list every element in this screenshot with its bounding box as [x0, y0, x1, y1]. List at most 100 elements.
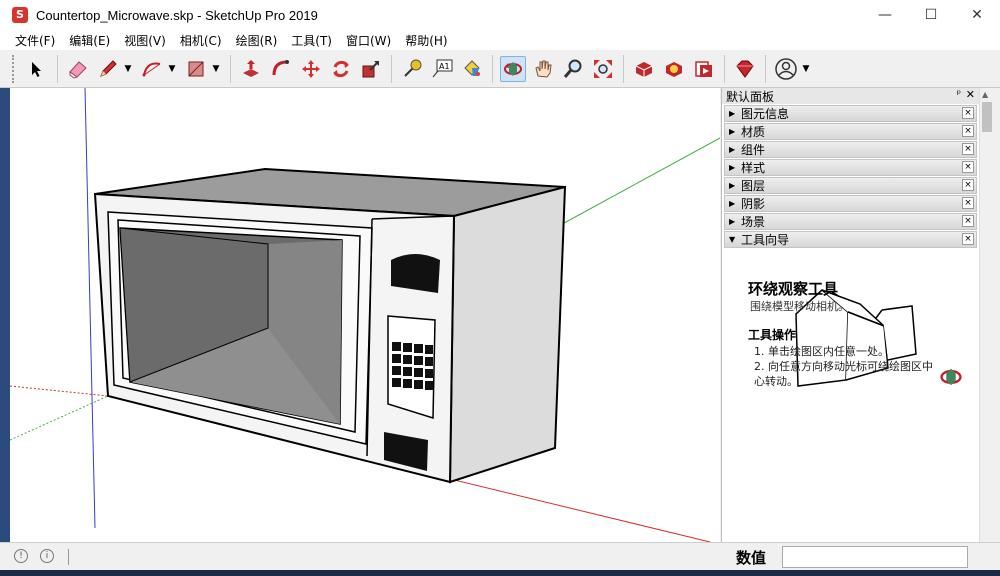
- text-tool-icon[interactable]: A1: [429, 56, 455, 82]
- panel-close-icon[interactable]: ×: [962, 179, 974, 191]
- keypad-key: [414, 368, 423, 377]
- panel-layers[interactable]: ▶ 图层 ×: [724, 177, 977, 194]
- account-dropdown-arrow[interactable]: ▼: [801, 56, 811, 82]
- panel-close-icon[interactable]: ×: [962, 143, 974, 155]
- microwave-side-face: [448, 185, 567, 484]
- panel-materials[interactable]: ▶ 材质 ×: [724, 123, 977, 140]
- keypad-key: [403, 343, 412, 352]
- eraser-tool-icon[interactable]: [65, 56, 91, 82]
- status-divider: [68, 549, 69, 565]
- tray-close-icon[interactable]: ✕: [966, 88, 975, 101]
- menu-draw[interactable]: 绘图(R): [229, 32, 285, 49]
- rectangle-dropdown-arrow[interactable]: ▼: [211, 56, 221, 82]
- expand-arrow-icon: ▶: [729, 127, 736, 136]
- instructor-subtitle: 围绕模型移动相机。: [750, 300, 849, 313]
- toolbar-separator: [623, 54, 624, 83]
- close-button[interactable]: ✕: [954, 0, 1000, 30]
- pin-icon[interactable]: ᵖ: [957, 89, 961, 100]
- desktop-strip: [0, 88, 10, 542]
- zoom-extents-tool-icon[interactable]: [590, 56, 616, 82]
- panel-close-icon[interactable]: ×: [962, 215, 974, 227]
- tray-title: 默认面板: [726, 89, 775, 104]
- status-bar: ! i 数值: [0, 542, 1000, 570]
- collapse-arrow-icon: ▼: [729, 235, 736, 244]
- panel-label: 场景: [741, 215, 766, 229]
- panel-styles[interactable]: ▶ 样式 ×: [724, 159, 977, 176]
- panel-components[interactable]: ▶ 组件 ×: [724, 141, 977, 158]
- toolbar-separator: [724, 54, 725, 83]
- instructor-ops-title: 工具操作: [748, 328, 797, 342]
- arc-dropdown-arrow[interactable]: ▼: [167, 56, 177, 82]
- panel-scenes[interactable]: ▶ 场景 ×: [724, 213, 977, 230]
- scroll-up-icon[interactable]: ▲: [982, 90, 988, 99]
- paint-bucket-tool-icon[interactable]: [459, 56, 485, 82]
- maximize-button[interactable]: ☐: [908, 0, 954, 30]
- title-bar: S Countertop_Microwave.skp - SketchUp Pr…: [0, 0, 1000, 30]
- ruby-tool-icon[interactable]: [732, 56, 758, 82]
- extension-warehouse-tool-icon[interactable]: [661, 56, 687, 82]
- panel-close-icon[interactable]: ×: [962, 233, 974, 245]
- 3d-warehouse-tool-icon[interactable]: [631, 56, 657, 82]
- select-tool-icon[interactable]: [24, 56, 50, 82]
- layout-tool-icon[interactable]: [691, 56, 717, 82]
- menu-camera[interactable]: 相机(C): [173, 32, 229, 49]
- panel-label: 图层: [741, 179, 766, 193]
- panel-label: 工具向导: [741, 233, 790, 247]
- geo-location-icon[interactable]: !: [14, 549, 28, 563]
- menu-view[interactable]: 视图(V): [117, 32, 173, 49]
- pushpull-tool-icon[interactable]: [238, 56, 264, 82]
- menu-help[interactable]: 帮助(H): [398, 32, 454, 49]
- keypad-key: [392, 366, 401, 375]
- pencil-dropdown-arrow[interactable]: ▼: [123, 56, 133, 82]
- text-tool-label: A1: [439, 62, 450, 71]
- keypad-key: [392, 354, 401, 363]
- menu-file[interactable]: 文件(F): [8, 32, 62, 49]
- instructor-step: 2. 向任意方向移动光标可绕绘图区中: [754, 360, 933, 373]
- keypad-key: [414, 380, 423, 389]
- keypad-key: [414, 344, 423, 353]
- panel-close-icon[interactable]: ×: [962, 107, 974, 119]
- drawing-area[interactable]: [10, 88, 720, 542]
- panel-label: 阴影: [741, 197, 766, 211]
- rotate-tool-icon[interactable]: [328, 56, 354, 82]
- move-tool-icon[interactable]: [298, 56, 324, 82]
- model-canvas[interactable]: [10, 88, 720, 542]
- arc-tool-icon[interactable]: [139, 56, 165, 82]
- instructor-step: 1. 单击绘图区内任意一处。: [754, 345, 889, 358]
- pencil-tool-icon[interactable]: [95, 56, 121, 82]
- pan-tool-icon[interactable]: [530, 56, 556, 82]
- menu-window[interactable]: 窗口(W): [339, 32, 398, 49]
- keypad-key: [392, 342, 401, 351]
- expand-arrow-icon: ▶: [729, 145, 736, 154]
- scale-tool-icon[interactable]: [358, 56, 384, 82]
- menu-tools[interactable]: 工具(T): [284, 32, 339, 49]
- measurements-label: 数值: [736, 549, 767, 567]
- scroll-thumb[interactable]: [982, 102, 992, 132]
- default-tray: 默认面板 ᵖ ✕ ▶ 图元信息 × ▶ 材质 × ▶ 组件 × ▶ 样式 × ▶…: [721, 88, 979, 542]
- menu-edit[interactable]: 编辑(E): [62, 32, 117, 49]
- blue-axis: [84, 88, 96, 529]
- orbit-tool-icon[interactable]: [500, 55, 526, 82]
- expand-arrow-icon: ▶: [729, 109, 736, 118]
- panel-close-icon[interactable]: ×: [962, 197, 974, 209]
- instructor-title: 环绕观察工具: [748, 280, 839, 298]
- panel-shadows[interactable]: ▶ 阴影 ×: [724, 195, 977, 212]
- tape-measure-tool-icon[interactable]: [399, 56, 425, 82]
- panel-instructor[interactable]: ▼ 工具向导 ×: [724, 231, 977, 248]
- followme-tool-icon[interactable]: [268, 56, 294, 82]
- account-icon[interactable]: [773, 56, 799, 82]
- panel-entity-info[interactable]: ▶ 图元信息 ×: [724, 105, 977, 122]
- toolbar-grip[interactable]: [12, 54, 16, 83]
- rectangle-tool-icon[interactable]: [183, 56, 209, 82]
- zoom-tool-icon[interactable]: [560, 56, 586, 82]
- credits-icon[interactable]: i: [40, 549, 54, 563]
- toolbar-separator: [492, 54, 493, 83]
- tray-scrollbar[interactable]: ▲: [979, 88, 993, 542]
- tray-header: 默认面板 ᵖ ✕: [722, 88, 979, 104]
- minimize-button[interactable]: —: [862, 0, 908, 30]
- measurements-input[interactable]: [782, 546, 968, 568]
- panel-close-icon[interactable]: ×: [962, 125, 974, 137]
- keypad-key: [425, 345, 433, 354]
- panel-close-icon[interactable]: ×: [962, 161, 974, 173]
- panel-label: 组件: [741, 143, 766, 157]
